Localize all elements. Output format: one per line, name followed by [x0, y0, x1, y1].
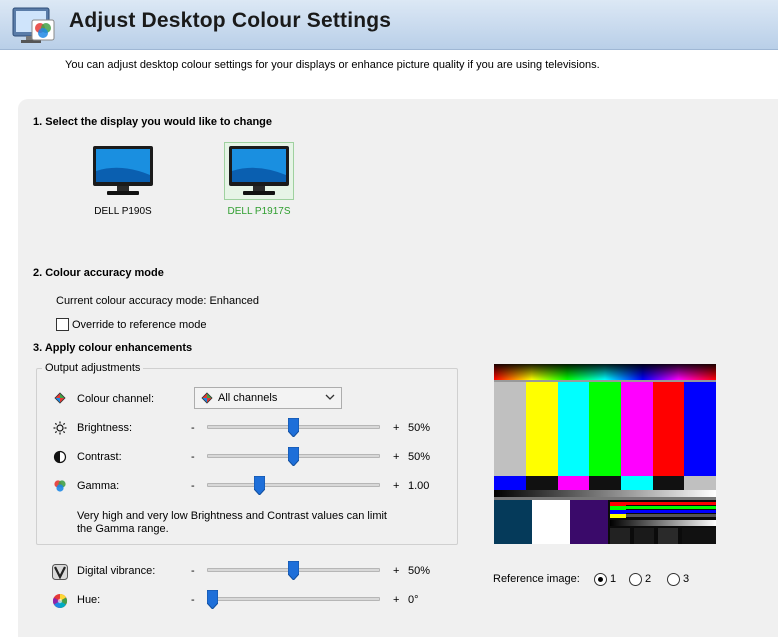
reference-option-1-label: 1	[610, 573, 617, 585]
radio-selected-dot	[598, 577, 603, 582]
reference-radio-3[interactable]	[667, 573, 680, 586]
display-label: DELL P1917S	[227, 206, 291, 217]
contrast-value: 50%	[408, 451, 431, 463]
override-reference-checkbox[interactable]	[56, 318, 69, 331]
hue-minus: -	[191, 594, 195, 606]
display-option-2[interactable]: DELL P1917S	[223, 145, 295, 217]
digital-vibrance-minus: -	[191, 565, 195, 577]
display-colour-icon	[12, 7, 55, 43]
colour-channel-label: Colour channel:	[77, 393, 155, 405]
gamma-plus: +	[393, 480, 400, 492]
gamma-value: 1.00	[408, 480, 430, 492]
chevron-down-icon	[325, 394, 335, 400]
display-label: DELL P190S	[94, 206, 152, 217]
gamma-slider-thumb[interactable]	[253, 476, 265, 495]
brightness-plus: +	[393, 422, 400, 434]
digital-vibrance-label: Digital vibrance:	[77, 565, 156, 577]
hue-slider-track[interactable]	[207, 597, 380, 601]
reference-test-image	[494, 364, 716, 544]
hue-plus: +	[393, 594, 400, 606]
display-option-1[interactable]: DELL P190S	[87, 145, 159, 217]
sun-icon	[53, 421, 67, 435]
colour-channel-value: All channels	[218, 392, 278, 404]
reference-radio-1[interactable]	[594, 573, 607, 586]
colour-channel-icon	[201, 392, 213, 404]
digital-vibrance-plus: +	[393, 565, 400, 577]
brightness-label: Brightness:	[77, 422, 133, 434]
section-enhancements-title: 3. Apply colour enhancements	[33, 342, 193, 354]
contrast-plus: +	[393, 451, 400, 463]
brightness-slider-thumb[interactable]	[288, 418, 299, 437]
page-header: Adjust Desktop Colour Settings	[0, 0, 778, 50]
contrast-icon	[53, 450, 67, 464]
hue-slider-thumb[interactable]	[207, 590, 218, 609]
section-select-display-title: 1. Select the display you would like to …	[33, 116, 273, 128]
monitor-icon	[229, 146, 289, 195]
gamma-minus: -	[191, 480, 195, 492]
digital-vibrance-value: 50%	[408, 565, 431, 577]
gamma-range-note: Very high and very low Brightness and Co…	[77, 510, 387, 535]
reference-option-3-label: 3	[683, 573, 690, 585]
hue-value: 0°	[408, 594, 419, 606]
hue-icon	[53, 594, 67, 608]
colour-channel-select[interactable]: All channels	[194, 387, 342, 409]
section-accuracy-title: 2. Colour accuracy mode	[33, 267, 164, 279]
colour-channel-icon	[54, 392, 66, 404]
vibrance-icon	[52, 564, 68, 580]
contrast-label: Contrast:	[77, 451, 122, 463]
contrast-minus: -	[191, 451, 195, 463]
page-subtitle: You can adjust desktop colour settings f…	[65, 59, 600, 71]
brightness-value: 50%	[408, 422, 431, 434]
page-title: Adjust Desktop Colour Settings	[69, 9, 392, 32]
gamma-label: Gamma:	[77, 480, 120, 492]
monitor-icon	[93, 146, 153, 195]
reference-image-label: Reference image:	[493, 573, 580, 585]
digital-vibrance-slider-thumb[interactable]	[288, 561, 299, 580]
brightness-minus: -	[191, 422, 195, 434]
current-accuracy-mode: Current colour accuracy mode: Enhanced	[56, 295, 259, 307]
hue-label: Hue:	[77, 594, 101, 606]
override-reference-label: Override to reference mode	[72, 319, 207, 331]
contrast-slider-thumb[interactable]	[288, 447, 299, 466]
reference-radio-2[interactable]	[629, 573, 642, 586]
output-adjustments-legend: Output adjustments	[42, 362, 144, 374]
gamma-slider-track[interactable]	[207, 483, 380, 487]
gamma-icon	[54, 480, 66, 492]
reference-option-2-label: 2	[645, 573, 652, 585]
